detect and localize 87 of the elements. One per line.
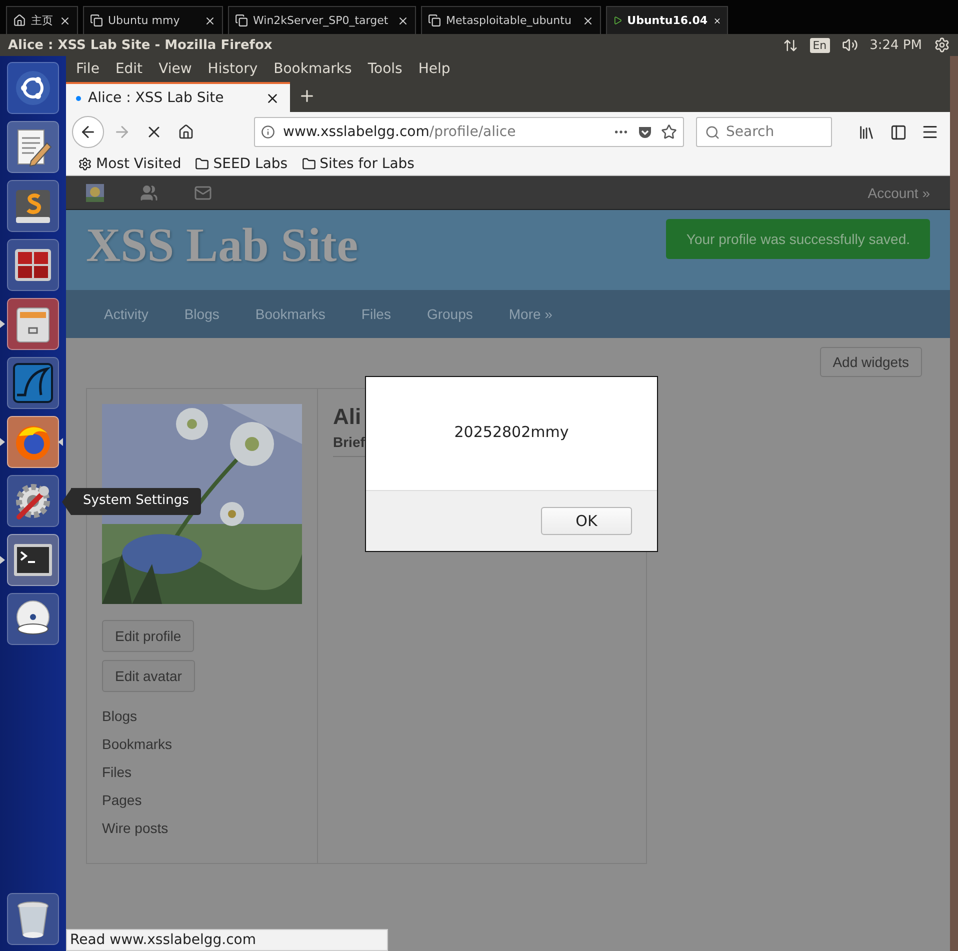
profile-button[interactable]: Edit profile [102, 620, 194, 652]
search-icon [705, 124, 720, 140]
network-icon[interactable] [782, 38, 798, 52]
vm-tab[interactable]: Ubuntu mmy [83, 6, 223, 34]
volume-icon[interactable] [842, 37, 858, 53]
close-icon[interactable] [59, 14, 71, 26]
clock[interactable]: 3:24 PM [870, 38, 922, 52]
search-field[interactable]: Search [696, 117, 832, 147]
menu-item[interactable]: File [76, 61, 106, 77]
launcher-item[interactable] [7, 239, 59, 291]
bookmark-label: SEED Labs [213, 156, 288, 172]
back-button[interactable] [72, 116, 104, 148]
tooltip: System Settings [62, 488, 201, 515]
ok-button[interactable]: OK [541, 507, 632, 535]
vm-tab[interactable]: 主页 [6, 6, 78, 34]
tab-label: Metasploitable_ubuntu [446, 14, 572, 27]
vm-tab[interactable]: Win2kServer_SP0_target [228, 6, 416, 34]
shield-icon[interactable] [637, 124, 653, 140]
close-icon[interactable] [204, 14, 216, 26]
url-text: www.xsslabelgg.com/profile/alice [283, 124, 517, 140]
profile-link[interactable]: Wire posts [102, 820, 168, 836]
success-message: Your profile was successfully saved. [666, 219, 930, 259]
mail-icon[interactable] [194, 184, 212, 202]
menu-item[interactable]: Bookmarks [274, 61, 358, 77]
profile-button[interactable]: Edit avatar [102, 660, 195, 692]
profile-link[interactable]: Pages [102, 792, 142, 808]
profile-link[interactable]: Bookmarks [102, 736, 172, 752]
settings-icon[interactable] [934, 37, 950, 53]
close-icon[interactable] [397, 14, 409, 26]
info-icon [261, 125, 275, 139]
launcher-item[interactable] [7, 475, 59, 527]
vm-tab[interactable]: Metasploitable_ubuntu [421, 6, 601, 34]
profile-link[interactable]: Blogs [102, 708, 138, 724]
tab-label: Ubuntu mmy [108, 14, 181, 27]
gear-icon [78, 156, 92, 170]
alert-message: 20252802mmy [454, 423, 569, 443]
add-widgets-button[interactable]: Add widgets [820, 347, 922, 377]
tab-title: Alice : XSS Lab Site [88, 90, 225, 106]
tab-label: Win2kServer_SP0_target [253, 14, 390, 27]
menu-item[interactable]: Help [418, 61, 456, 77]
bookmark-star-icon[interactable] [661, 124, 677, 140]
launcher-item[interactable] [7, 298, 59, 350]
bookmark-label: Sites for Labs [320, 156, 414, 172]
folder-icon [302, 156, 316, 170]
launcher-item[interactable] [7, 893, 59, 945]
home-icon [13, 14, 26, 27]
avatar-icon[interactable] [86, 184, 104, 202]
launcher-item[interactable] [7, 180, 59, 232]
users-icon[interactable] [140, 184, 158, 202]
bookmark-item[interactable]: Most Visited [78, 156, 182, 172]
menu-item[interactable]: Tools [368, 61, 408, 77]
sidebar-icon [890, 124, 906, 140]
launcher-item[interactable] [7, 357, 59, 409]
site-title: XSS Lab Site [86, 218, 358, 273]
launcher-item[interactable] [7, 593, 59, 645]
plus-icon [298, 87, 316, 105]
bookmark-label: Most Visited [96, 156, 182, 172]
launcher-item[interactable] [7, 62, 59, 114]
bookmark-item[interactable]: Sites for Labs [302, 156, 414, 172]
forward-arrow-icon [113, 123, 131, 141]
window-icon [90, 14, 103, 27]
menu-item[interactable]: View [158, 61, 198, 77]
close-icon[interactable] [582, 14, 594, 26]
menu-item[interactable]: History [208, 61, 264, 77]
launcher-item[interactable] [7, 416, 59, 468]
window-title: Alice : XSS Lab Site - Mozilla Firefox [8, 38, 274, 52]
bookmark-item[interactable]: SEED Labs [195, 156, 288, 172]
menu-item[interactable]: Edit [115, 61, 149, 77]
play-icon [613, 14, 622, 27]
vm-tab[interactable]: Ubuntu16.04 [606, 6, 728, 34]
window-icon [428, 14, 441, 27]
keyboard-indicator[interactable]: En [810, 38, 830, 52]
browser-tab[interactable]: Alice : XSS Lab Site [66, 82, 290, 112]
library-icon [858, 124, 874, 140]
status-text: Read www.xsslabelgg.com [66, 929, 388, 951]
profile-name: Ali [333, 404, 362, 430]
tab-label: Ubuntu16.04 [627, 14, 708, 27]
menu-icon [921, 123, 939, 141]
home-icon [178, 124, 194, 140]
folder-icon [195, 156, 210, 170]
window-icon [235, 14, 248, 27]
launcher-item[interactable] [7, 121, 59, 173]
tab-label: 主页 [31, 13, 54, 28]
fin-icon [11, 361, 55, 405]
address-bar[interactable]: www.xsslabelgg.com/profile/alice [254, 117, 684, 147]
launcher-item[interactable] [7, 534, 59, 586]
profile-link[interactable]: Files [102, 764, 132, 780]
